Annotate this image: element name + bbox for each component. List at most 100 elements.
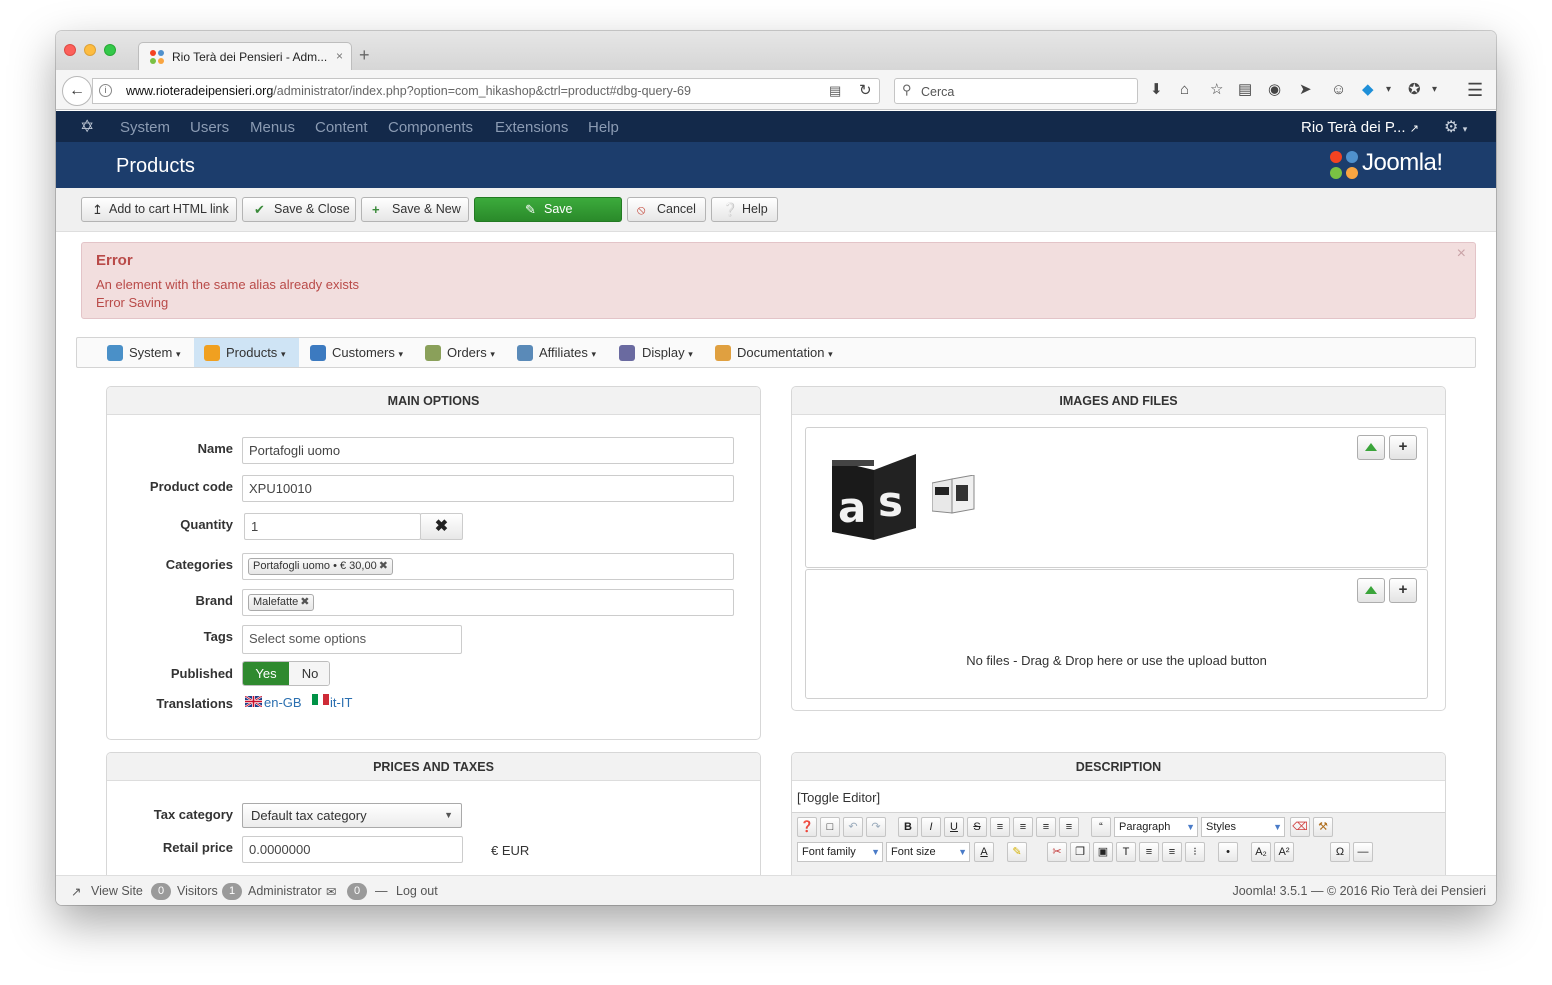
indent-icon[interactable]: ≡ [1139, 842, 1159, 862]
menu-extensions[interactable]: Extensions [495, 119, 568, 136]
remove-chip-icon[interactable]: ✖ [379, 560, 388, 572]
extension-dropdown-icon[interactable]: ▾ [1386, 82, 1391, 98]
text-color-icon[interactable]: A [974, 842, 994, 862]
menu-menus[interactable]: Menus [250, 119, 295, 136]
menu-system[interactable]: System [120, 119, 170, 136]
hikashop-menu-documentation[interactable]: Documentation ▾ [707, 338, 839, 367]
special-char-icon[interactable]: Ω [1330, 842, 1350, 862]
reading-list-icon[interactable]: ▤ [1238, 82, 1252, 98]
highlight-icon[interactable]: ✎ [1007, 842, 1027, 862]
extension-icon[interactable]: ◆ [1362, 82, 1374, 98]
name-input[interactable]: Portafogli uomo [242, 437, 734, 464]
alert-close-icon[interactable]: × [1457, 245, 1466, 263]
help-icon[interactable]: ❓ [797, 817, 817, 837]
underline-icon[interactable]: U [944, 817, 964, 837]
align-center-icon[interactable]: ≡ [1013, 817, 1033, 837]
product-image-main[interactable]: a s [830, 452, 920, 542]
translation-en-link[interactable]: en-GB [264, 695, 302, 710]
upload-image-button[interactable] [1357, 435, 1385, 460]
reader-view-icon[interactable]: ▤ [829, 83, 841, 99]
justify-icon[interactable]: ≡ [990, 817, 1010, 837]
debug-dropdown-icon[interactable]: ▾ [1432, 82, 1437, 98]
hikashop-menu-display[interactable]: Display ▾ [611, 338, 703, 367]
tags-input[interactable]: Select some options [242, 625, 462, 654]
browser-tab[interactable]: Rio Terà dei Pensieri - Adm... × [138, 42, 352, 70]
logout-link[interactable]: Log out [396, 884, 438, 898]
font-size-select[interactable]: Font size ▼ [886, 842, 970, 862]
pocket-icon[interactable]: ◉ [1268, 82, 1281, 98]
product-code-input[interactable]: XPU10010 [242, 475, 734, 502]
italic-icon[interactable]: I [921, 817, 941, 837]
new-document-icon[interactable]: □ [820, 817, 840, 837]
menu-help[interactable]: Help [588, 119, 619, 136]
align-left-icon[interactable]: ≡ [1036, 817, 1056, 837]
bookmark-star-icon[interactable]: ☆ [1210, 82, 1223, 98]
horizontal-rule-icon[interactable]: — [1353, 842, 1373, 862]
view-site-link[interactable]: Rio Terà dei P... ↗ [1301, 119, 1419, 136]
tax-category-select[interactable]: Default tax category ▼ [242, 803, 462, 828]
font-family-select[interactable]: Font family ▼ [797, 842, 883, 862]
paste-icon[interactable]: ▣ [1093, 842, 1113, 862]
add-to-cart-html-link-button[interactable]: ↥ Add to cart HTML link [81, 197, 237, 222]
clear-quantity-button[interactable]: ✖ [420, 513, 463, 540]
published-toggle[interactable]: Yes No [242, 661, 330, 686]
subscript-icon[interactable]: A₂ [1251, 842, 1271, 862]
add-file-button[interactable]: + [1389, 578, 1417, 603]
download-icon[interactable]: ⬇ [1150, 82, 1163, 98]
save-new-button[interactable]: + Save & New [361, 197, 469, 222]
menu-users[interactable]: Users [190, 119, 229, 136]
cleanup-icon[interactable]: ⚒ [1313, 817, 1333, 837]
cancel-button[interactable]: ⦸ Cancel [627, 197, 706, 222]
minimize-window-button[interactable] [84, 44, 96, 56]
hikashop-menu-products[interactable]: Products ▾ [194, 338, 299, 367]
close-window-button[interactable] [64, 44, 76, 56]
toggle-editor-link[interactable]: [Toggle Editor] [797, 790, 880, 805]
superscript-icon[interactable]: A² [1274, 842, 1294, 862]
search-box[interactable]: ⚲ Cerca [894, 78, 1138, 104]
remove-chip-icon[interactable]: ✖ [300, 596, 309, 608]
styles-select[interactable]: Styles ▼ [1201, 817, 1285, 837]
back-button[interactable]: ← [62, 76, 92, 106]
home-icon[interactable]: ⌂ [1180, 82, 1189, 98]
hikashop-menu-orders[interactable]: Orders ▾ [417, 338, 507, 367]
send-icon[interactable]: ➤ [1299, 82, 1312, 98]
strikethrough-icon[interactable]: S [967, 817, 987, 837]
chat-icon[interactable]: ☺ [1331, 82, 1346, 98]
bold-icon[interactable]: B [898, 817, 918, 837]
menu-content[interactable]: Content [315, 119, 368, 136]
hamburger-menu-icon[interactable]: ☰ [1467, 81, 1483, 99]
hikashop-menu-system[interactable]: System ▾ [97, 338, 193, 367]
outdent-icon[interactable]: ≡ [1162, 842, 1182, 862]
paste-text-icon[interactable]: T [1116, 842, 1136, 862]
reload-icon[interactable]: ↻ [859, 81, 872, 99]
files-dropzone[interactable]: + No files - Drag & Drop here or use the… [805, 569, 1428, 699]
joomla-icon[interactable]: ✡ [80, 117, 94, 137]
published-yes-option[interactable]: Yes [243, 662, 289, 685]
brand-field[interactable]: Malefatte ✖ [242, 589, 734, 616]
paragraph-format-select[interactable]: Paragraph ▼ [1114, 817, 1198, 837]
bullet-list-icon[interactable]: • [1218, 842, 1238, 862]
retail-price-input[interactable]: 0.0000000 [242, 836, 463, 863]
ordered-list-icon[interactable]: ⁝ [1185, 842, 1205, 862]
blockquote-icon[interactable]: “ [1091, 817, 1111, 837]
debug-icon[interactable]: ✪ [1408, 82, 1421, 98]
gear-icon[interactable]: ⚙ ▾ [1444, 117, 1467, 137]
save-close-button[interactable]: ✔ Save & Close [242, 197, 356, 222]
categories-field[interactable]: Portafogli uomo • € 30,00 ✖ [242, 553, 734, 580]
new-tab-button[interactable]: + [359, 46, 370, 64]
maximize-window-button[interactable] [104, 44, 116, 56]
images-dropzone[interactable]: a s + [805, 427, 1428, 568]
hikashop-menu-affiliates[interactable]: Affiliates ▾ [509, 338, 609, 367]
url-bar[interactable]: i www.rioteradeipensieri.org/administrat… [92, 78, 880, 104]
eraser-icon[interactable]: ⌫ [1290, 817, 1310, 837]
published-no-option[interactable]: No [289, 662, 329, 685]
hikashop-menu-customers[interactable]: Customers ▾ [300, 338, 415, 367]
upload-file-button[interactable] [1357, 578, 1385, 603]
redo-icon[interactable]: ↷ [866, 817, 886, 837]
translation-it-link[interactable]: it-IT [330, 695, 352, 710]
product-image-thumb[interactable] [932, 475, 976, 515]
help-button[interactable]: ❔ Help [711, 197, 778, 222]
copy-icon[interactable]: ❐ [1070, 842, 1090, 862]
tab-close-icon[interactable]: × [336, 49, 343, 63]
quantity-input[interactable]: 1 [244, 513, 421, 540]
